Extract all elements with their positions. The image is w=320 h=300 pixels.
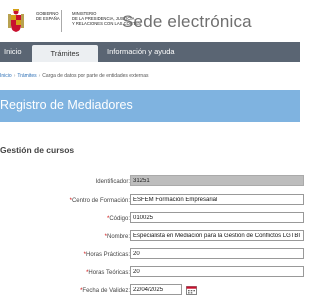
nav-item-tramites[interactable]: Trámites [32,45,98,62]
field-label-text: Centro de Formación: [71,198,130,204]
logo-gov-line: DE ESPAÑA [36,16,60,21]
field-label: *Horas Teóricas: [86,268,130,278]
breadcrumb: Inicio › Trámites › Carga de datos por parte… [0,70,300,82]
fecha-validez-field[interactable] [130,284,182,295]
centro-formacion-field[interactable] [130,194,304,205]
field-label-text: Horas Teóricas: [88,270,130,276]
breadcrumb-item-current: Carga de datos por parte de entidades ex… [42,73,149,79]
field-label-text: Nombre: [106,234,130,240]
field-label: *Código: [107,214,130,224]
nav-item-informacion[interactable]: Información y ayuda [107,42,175,62]
page-banner: Registro de Mediadores [0,90,300,122]
logo-divider [61,10,62,32]
horas-practicas-field[interactable] [130,248,304,259]
field-row-identificador: Identificador: [0,175,304,189]
breadcrumb-separator: › [13,73,16,79]
site-title[interactable]: Sede electrónica [122,12,252,32]
field-label: *Nombre: [105,232,130,242]
field-row-horas-practicas: *Horas Prácticas: [0,248,304,262]
field-row-nombre: *Nombre: [0,230,304,244]
field-row-fecha-validez: *Fecha de Validez: [0,284,300,298]
identificador-field [130,175,304,186]
section-title: Gestión de cursos [0,145,75,155]
field-label: Identificador: [95,179,130,185]
field-label-text: Horas Prácticas: [85,252,130,258]
field-row-centro: *Centro de Formación: [0,194,304,208]
codigo-field[interactable] [130,212,304,223]
field-label: *Centro de Formación: [70,196,130,206]
field-label: *Horas Prácticas: [84,250,130,260]
site-header: GOBIERNO DE ESPAÑA MINISTERIO DE LA PRES… [0,0,300,42]
nav-item-inicio[interactable]: Inicio [4,42,22,62]
field-row-codigo: *Código: [0,212,304,226]
page-title: Registro de Mediadores [0,98,133,112]
horas-teoricas-field[interactable] [130,266,304,277]
breadcrumb-item-inicio[interactable]: Inicio [0,73,12,79]
spain-coat-of-arms-icon [8,9,24,32]
nombre-field[interactable] [130,230,304,241]
field-label: *Fecha de Validez: [80,286,130,296]
field-row-horas-teoricas: *Horas Teóricas: [0,266,304,280]
breadcrumb-item-tramites[interactable]: Trámites [17,73,36,79]
government-logo[interactable]: GOBIERNO DE ESPAÑA MINISTERIO DE LA PRES… [6,9,141,35]
field-label-text: Código: [109,216,130,222]
calendar-icon[interactable] [186,285,197,295]
breadcrumb-separator: › [38,73,41,79]
main-nav: Inicio Trámites Información y ayuda [0,42,300,62]
field-label-text: Fecha de Validez: [82,288,130,294]
